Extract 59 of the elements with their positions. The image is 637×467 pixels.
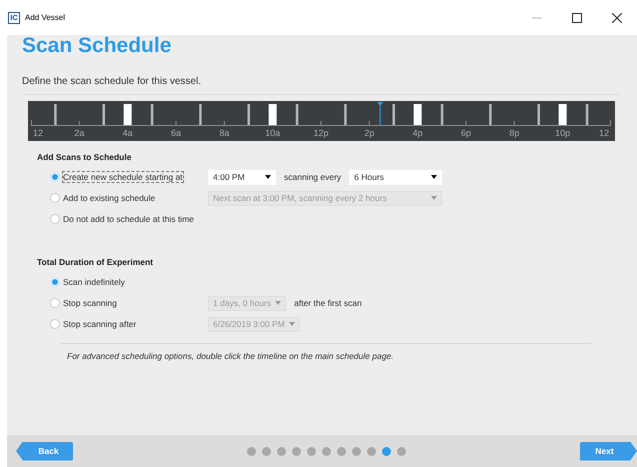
hour-label: 12: [598, 128, 609, 138]
hour-label: 4p: [412, 128, 423, 138]
radio-button[interactable]: [50, 172, 60, 182]
caret-icon: [275, 301, 282, 305]
radio-button[interactable]: [50, 298, 60, 308]
field-label: scanning every: [284, 170, 342, 184]
hint-text: For advanced scheduling options, double click the timeline on the main schedule page.: [67, 350, 395, 362]
section-title: Add Scans to Schedule: [37, 151, 132, 164]
hour-label: 2p: [364, 128, 374, 138]
description-text: Define the scan schedule for this vessel.: [22, 75, 202, 89]
hour-label: 12p: [313, 128, 329, 138]
hour-label: 10a: [265, 128, 280, 138]
hour-tick: [368, 120, 370, 126]
dropdown[interactable]: 6 Hours: [349, 170, 442, 185]
window-title: Add Vessel: [25, 12, 66, 24]
step-indicator[interactable]: [397, 446, 406, 456]
maximize-icon[interactable]: [572, 12, 582, 22]
caret-icon: [431, 175, 437, 180]
step-indicator[interactable]: [307, 446, 316, 456]
step-indicator[interactable]: [352, 446, 361, 456]
hour-label: 2a: [74, 128, 84, 138]
hour-label: 10p: [555, 128, 570, 138]
step-indicator[interactable]: [277, 446, 286, 456]
dropdown[interactable]: 4:00 PM: [208, 170, 276, 185]
step-indicator[interactable]: [247, 446, 256, 456]
option-label[interactable]: Add to existing schedule: [63, 192, 156, 203]
option-label[interactable]: Stop scanning: [63, 298, 117, 308]
hour-tick: [320, 120, 322, 126]
close-icon[interactable]: [612, 12, 622, 22]
option-label[interactable]: Do not add to schedule at this time: [63, 214, 194, 224]
field-label: after the first scan: [294, 296, 362, 310]
step-indicator[interactable]: [337, 446, 346, 456]
radio-button[interactable]: [50, 277, 60, 287]
hour-label: 12: [33, 128, 44, 138]
caret-icon: [431, 196, 437, 200]
step-indicator[interactable]: [367, 446, 376, 456]
radio-button[interactable]: [50, 193, 60, 204]
section-title: Total Duration of Experiment: [37, 256, 154, 268]
hour-tick: [514, 120, 515, 126]
hour-tick: [78, 120, 80, 126]
option-label[interactable]: Stop scanning after: [63, 318, 136, 329]
step-indicator[interactable]: [382, 446, 391, 456]
option-label[interactable]: Scan indefinitely: [63, 276, 125, 287]
hour-label: 6a: [171, 128, 181, 138]
page-heading: Scan Schedule: [22, 35, 172, 56]
hour-label: 6p: [461, 128, 471, 138]
caret-icon: [288, 322, 295, 326]
radio-button[interactable]: [50, 214, 60, 224]
radio-button[interactable]: [50, 319, 60, 329]
step-indicator[interactable]: [262, 446, 271, 456]
hour-label: 8a: [219, 128, 230, 138]
option-label[interactable]: Create new schedule starting at: [63, 172, 183, 182]
hour-label: 8p: [509, 128, 520, 138]
step-indicator[interactable]: [322, 446, 331, 456]
caret-icon: [265, 175, 271, 180]
step-indicator[interactable]: [292, 446, 301, 456]
schedule-timeline[interactable]: 12 2a 4a 6a 8a 10a 12p 2p 4p 6p 8p 10p 12: [28, 101, 615, 141]
hour-tick: [224, 120, 225, 126]
hour-label: 4a: [122, 128, 133, 138]
